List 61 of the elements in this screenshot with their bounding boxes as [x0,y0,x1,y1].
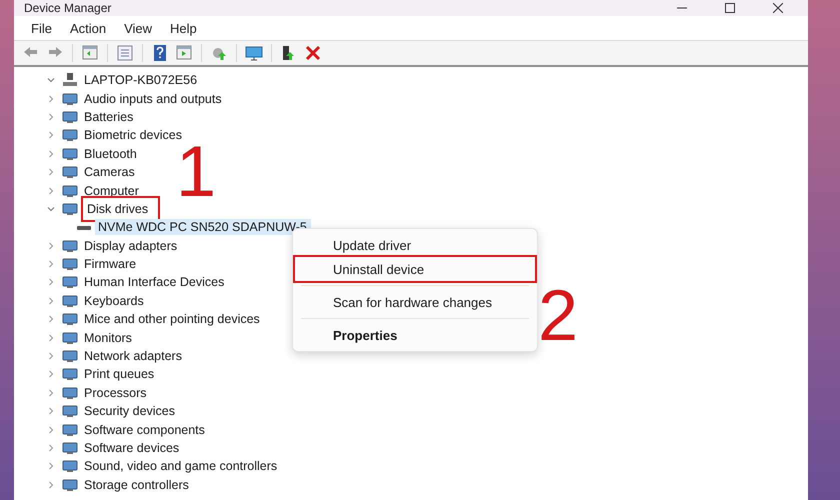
device-icon [62,165,78,180]
tree-item[interactable]: Cameras [81,164,138,180]
tree-item[interactable]: Network adapters [81,348,185,364]
device-icon [62,146,78,161]
device-icon [62,184,78,198]
device-icon [62,257,78,272]
device-icon [62,238,78,253]
device-icon [62,349,78,364]
context-menu-item[interactable]: Properties [295,323,535,347]
run-window-icon [175,44,193,62]
tree-item[interactable]: Firmware [81,256,140,272]
tree-item[interactable]: Bluetooth [81,146,140,162]
device-icon [62,275,78,290]
tree-item[interactable]: Storage controllers [81,476,192,493]
maximize-icon [725,3,735,13]
tree-item[interactable]: Audio inputs and outputs [81,90,225,107]
menu-item[interactable]: Help [163,18,204,38]
tree-item[interactable]: Processors [81,384,150,401]
device-icon [62,312,78,326]
device-icon [62,202,78,216]
tree-item[interactable]: Display adapters [81,238,180,254]
device-icon [62,128,78,142]
device-icon [62,367,78,382]
context-menu-item[interactable]: Uninstall device [295,257,535,281]
list-window-icon [116,44,134,62]
tree-item[interactable]: Software components [81,422,208,438]
menu-item[interactable]: File [24,18,59,38]
context-menu-item[interactable]: Update driver [295,233,535,257]
window-title: Device Manager [24,1,112,15]
close-icon [773,3,783,13]
device-icon [62,478,78,492]
device-icon [62,294,78,308]
tree-item[interactable]: NVMe WDC PC SN520 SDAPNUW-5 [95,219,311,236]
uninstall-icon [304,44,322,62]
tree-root[interactable]: LAPTOP-KB072E56 [81,72,200,88]
tree-item[interactable]: Software devices [81,440,182,456]
tree-item[interactable]: Batteries [81,108,136,125]
monitor-icon [245,44,263,62]
tree-item[interactable]: Keyboards [81,292,147,309]
device-icon [62,92,78,106]
device-icon [62,330,78,345]
step-number: 2 [538,280,578,352]
window-icon [81,44,99,62]
computer-icon [62,72,78,88]
tree-item[interactable]: Security devices [81,403,178,420]
device-icon [62,110,78,124]
tree-item[interactable]: Biometric devices [81,127,185,144]
menu-item[interactable]: View [117,18,160,38]
device-icon [62,386,78,400]
device-icon [62,404,78,418]
context-menu-item[interactable]: Scan for hardware changes [295,290,535,314]
device-icon [62,459,78,474]
tree-item[interactable]: Mice and other pointing devices [81,311,263,328]
tree-item[interactable]: Print queues [81,366,158,382]
help-icon [151,44,169,62]
tree-item[interactable]: Monitors [81,330,135,346]
device-icon [62,441,78,455]
menu-item[interactable]: Action [62,18,114,38]
device-icon [62,422,78,437]
tree-item[interactable]: Sound, video and game controllers [81,458,280,474]
tree-item[interactable]: Human Interface Devices [81,274,228,290]
